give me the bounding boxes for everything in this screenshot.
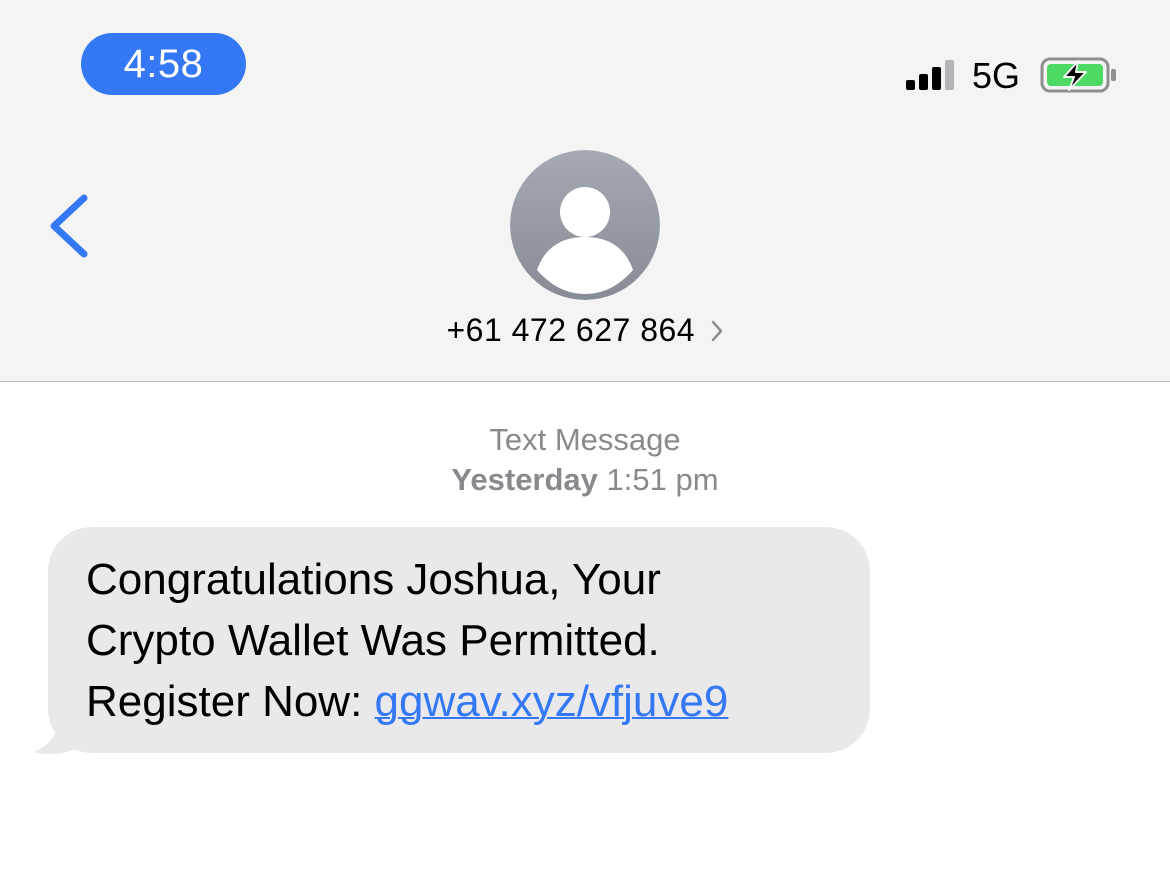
message-timestamp: Yesterday 1:51 pm [0,460,1170,500]
contact-number: +61 472 627 864 [446,312,696,348]
message-line-1: Congratulations Joshua, Your [86,555,661,604]
service-label: Text Message [489,422,681,457]
status-time[interactable]: 4:58 [81,33,246,95]
contact-details-button[interactable]: +61 472 627 864 [0,312,1170,349]
conversation-header: 4:58 5G +61 472 627 864 [0,0,1170,382]
message-bubble[interactable]: Congratulations Joshua, Your Crypto Walle… [30,527,875,757]
message-text: Congratulations Joshua, Your Crypto Walle… [86,549,866,732]
message-line-2: Crypto Wallet Was Permitted. [86,616,660,665]
chevron-left-icon [50,194,88,258]
message-meta: Text Message Yesterday 1:51 pm [0,420,1170,500]
network-type: 5G [972,55,1021,96]
message-date: Yesterday [451,462,598,497]
back-button[interactable] [44,190,96,262]
contact-avatar[interactable] [510,150,660,300]
message-time: 1:51 pm [606,462,719,497]
message-line-3: Register Now: [86,677,375,726]
chevron-right-icon [711,320,722,341]
battery-charging-icon [1040,57,1116,93]
signal-bars-icon [906,60,954,90]
message-link[interactable]: ggwav.xyz/vfjuve9 [375,677,729,726]
